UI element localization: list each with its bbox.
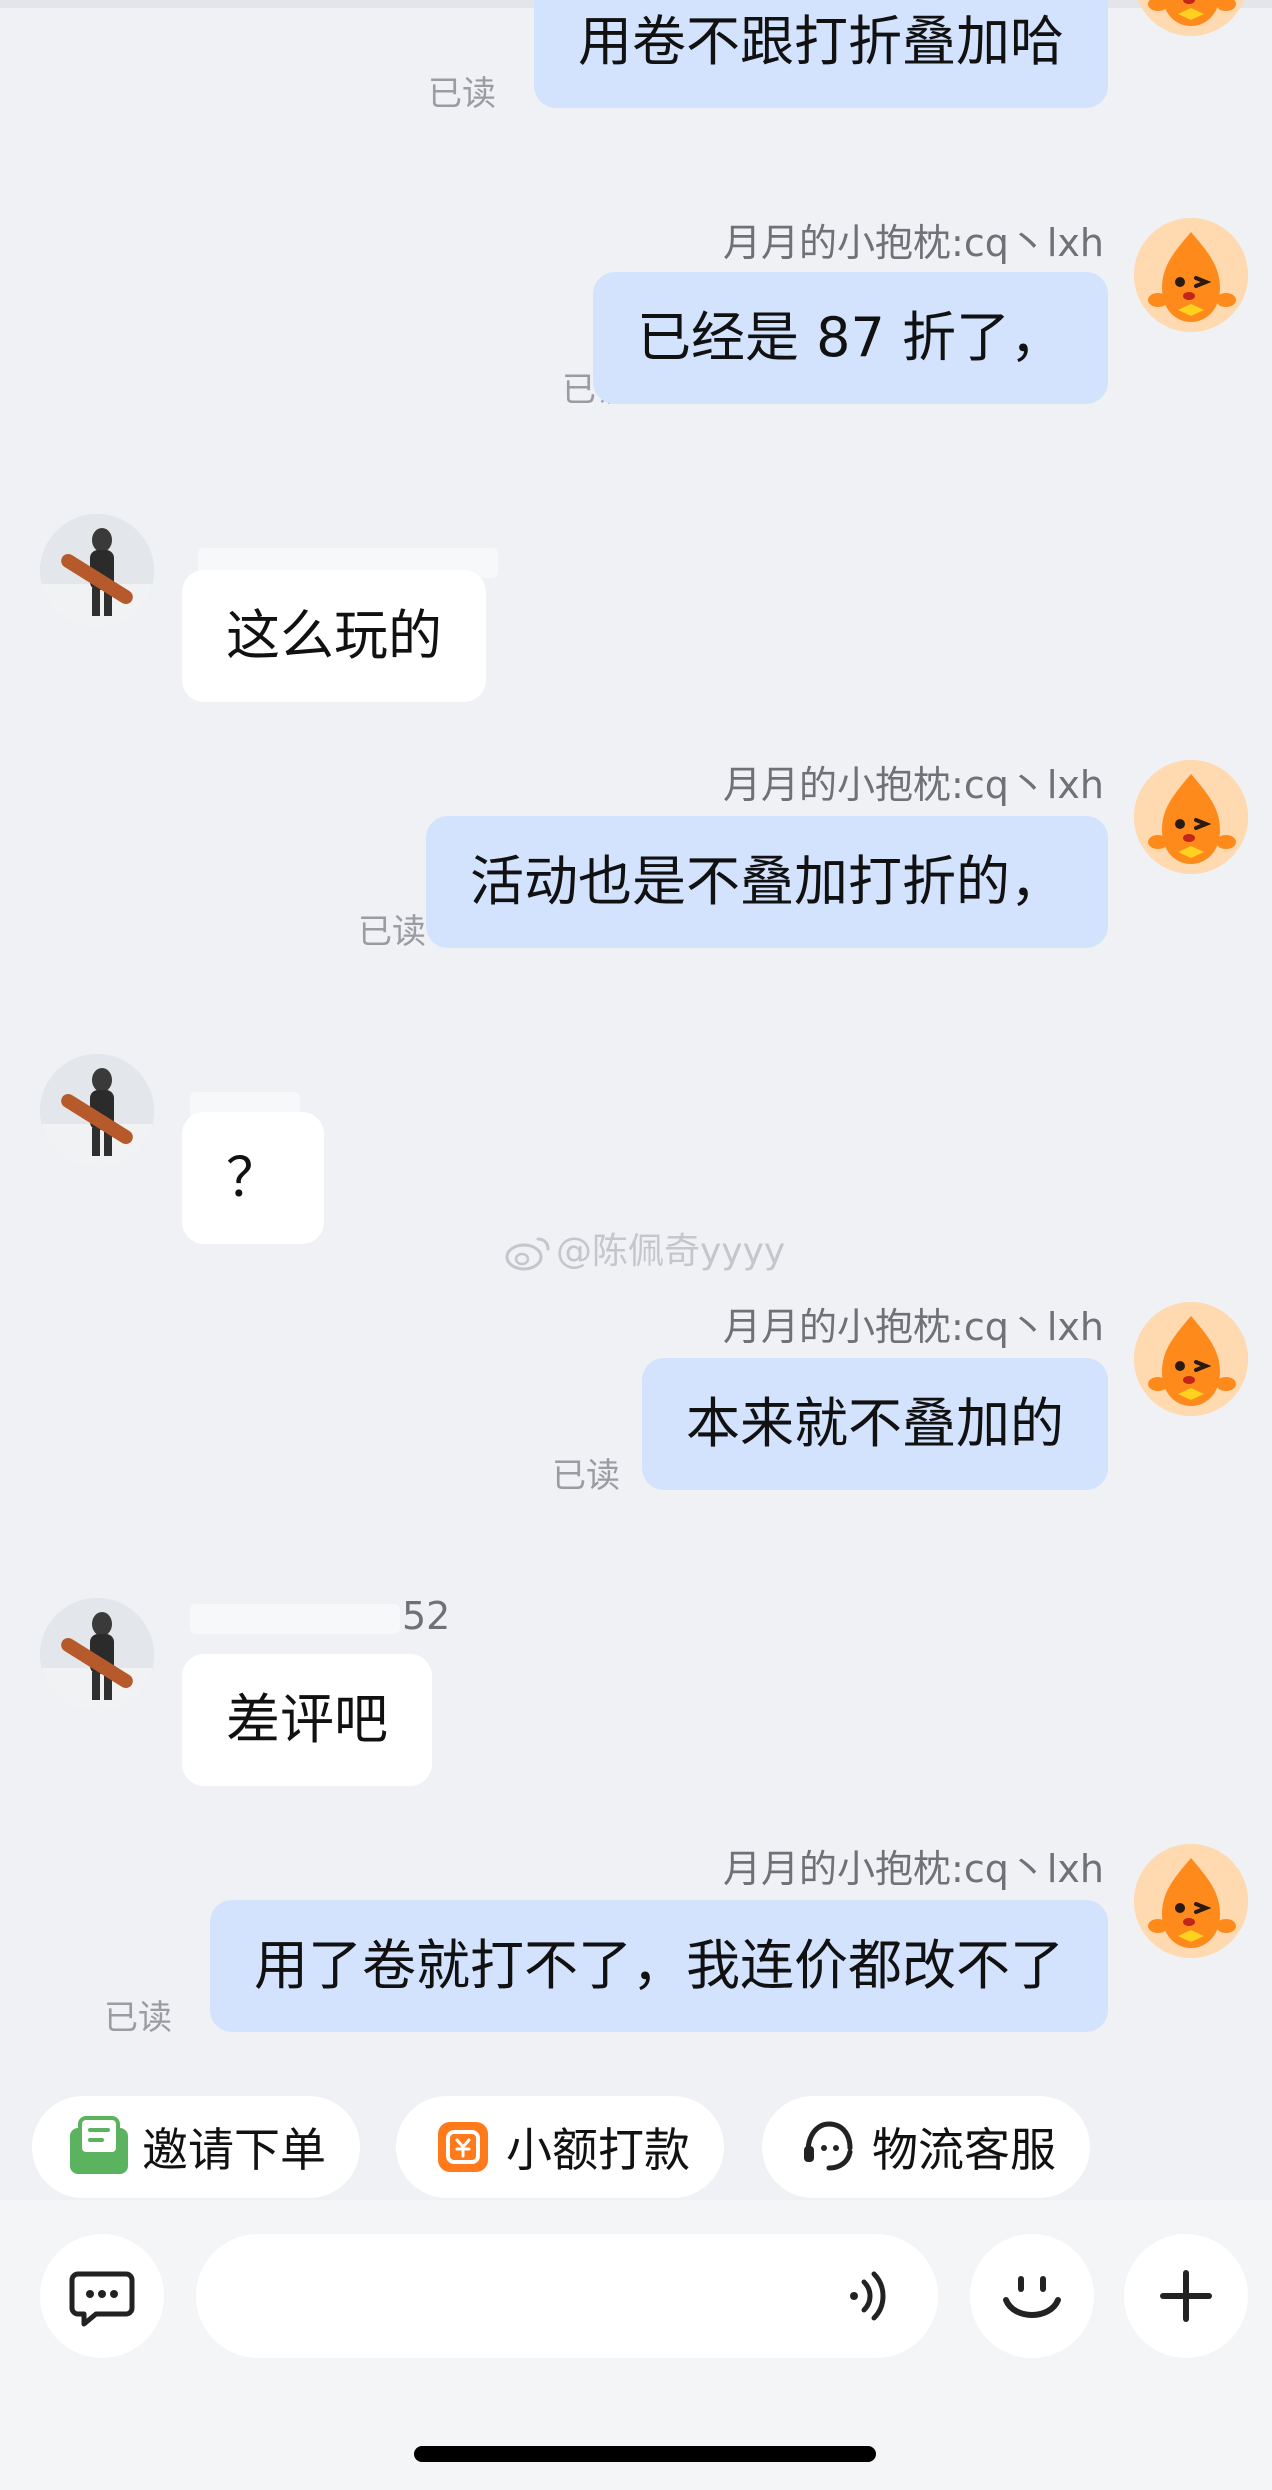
customer-photo-icon <box>40 514 154 628</box>
mascot-icon <box>1134 218 1248 332</box>
read-receipt: 已读 <box>358 912 426 952</box>
sender-name: 月月的小抱枕:cq丶lxh <box>723 221 1104 265</box>
plus-icon <box>1160 2270 1212 2322</box>
small-payment-chip[interactable]: 小额打款 <box>396 2096 724 2198</box>
logistics-service-label: 物流客服 <box>872 2123 1056 2177</box>
voice-input-icon[interactable] <box>840 2264 904 2328</box>
message-bubble-incoming[interactable]: 差评吧 <box>182 1654 432 1786</box>
chat-bubble-icon <box>69 2271 135 2327</box>
message-text-input[interactable] <box>196 2234 938 2358</box>
message-bubble-incoming[interactable]: 这么玩的 <box>182 570 486 702</box>
customer-avatar[interactable] <box>40 514 154 628</box>
quick-reply-button[interactable] <box>40 2234 164 2358</box>
read-receipt: 已读 <box>104 1998 172 2038</box>
message-bubble-outgoing[interactable]: 本来就不叠加的 <box>642 1358 1108 1490</box>
mascot-icon <box>1134 1844 1248 1958</box>
customer-photo-icon <box>40 1598 154 1712</box>
emoji-button[interactable] <box>970 2234 1094 2358</box>
read-receipt: 已读 <box>552 1456 620 1496</box>
invite-order-icon <box>66 2114 132 2180</box>
customer-name-redacted <box>190 1604 400 1634</box>
quick-actions-bar: 邀请下单 小额打款 物流客服 <box>0 2070 1272 2200</box>
invite-order-chip[interactable]: 邀请下单 <box>32 2096 360 2198</box>
shop-avatar[interactable] <box>1134 760 1248 874</box>
customer-name-suffix: 52 <box>402 1594 451 1638</box>
read-receipt: 已读 <box>428 74 496 114</box>
mascot-icon <box>1134 0 1248 36</box>
message-bubble-outgoing[interactable]: 已经是 87 折了， <box>592 272 1108 404</box>
invite-order-label: 邀请下单 <box>142 2123 326 2177</box>
small-payment-label: 小额打款 <box>506 2123 690 2177</box>
shop-avatar[interactable] <box>1134 218 1248 332</box>
small-payment-icon <box>430 2114 496 2180</box>
smiley-icon <box>1003 2276 1061 2318</box>
shop-avatar[interactable] <box>1134 0 1248 36</box>
logistics-service-chip[interactable]: 物流客服 <box>762 2096 1090 2198</box>
customer-avatar[interactable] <box>40 1054 154 1168</box>
logistics-service-icon <box>796 2114 862 2180</box>
message-bubble-outgoing[interactable]: 活动也是不叠加打折的， <box>426 816 1108 948</box>
home-indicator[interactable] <box>414 2446 876 2462</box>
shop-avatar[interactable] <box>1134 1302 1248 1416</box>
message-bubble-outgoing[interactable]: 用卷不跟打折叠加哈 <box>534 0 1108 108</box>
more-button[interactable] <box>1124 2234 1248 2358</box>
message-bubble-outgoing[interactable]: 用了卷就打不了，我连价都改不了 <box>210 1900 1108 2032</box>
sender-name: 月月的小抱枕:cq丶lxh <box>723 1305 1104 1349</box>
weibo-watermark: @陈佩奇yyyy <box>504 1222 785 1274</box>
customer-photo-icon <box>40 1054 154 1168</box>
customer-avatar[interactable] <box>40 1598 154 1712</box>
sender-name: 月月的小抱枕:cq丶lxh <box>723 763 1104 807</box>
mascot-icon <box>1134 1302 1248 1416</box>
weibo-icon <box>505 1237 550 1271</box>
shop-avatar[interactable] <box>1134 1844 1248 1958</box>
sender-name: 月月的小抱枕:cq丶lxh <box>723 1847 1104 1891</box>
mascot-icon <box>1134 760 1248 874</box>
watermark-text: @陈佩奇yyyy <box>556 1231 786 1272</box>
message-bubble-incoming[interactable]: ？ <box>182 1112 324 1244</box>
